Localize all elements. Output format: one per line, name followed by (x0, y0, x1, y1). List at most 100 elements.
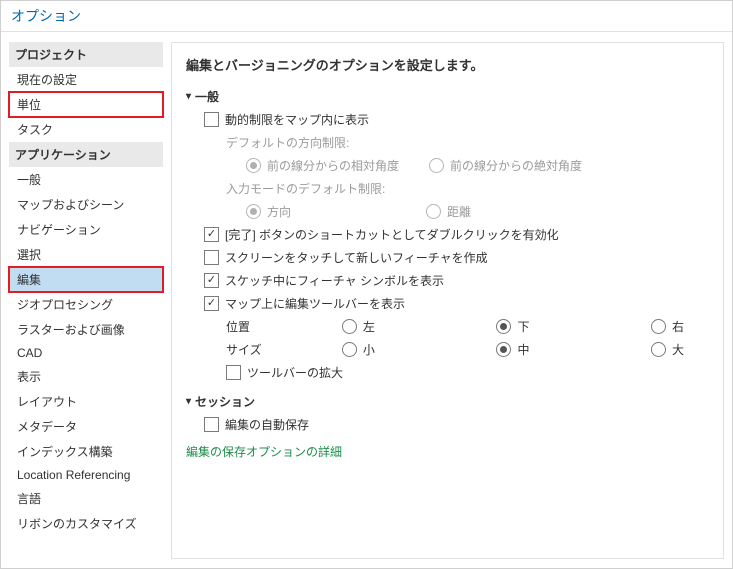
label-show-sketch-symbol: スケッチ中にフィーチャ シンボルを表示 (225, 272, 444, 289)
sidebar-item-current-settings[interactable]: 現在の設定 (9, 67, 163, 92)
sidebar-item-label: メタデータ (17, 420, 77, 434)
radio-opt-relative-angle[interactable]: 前の線分からの相対角度 (246, 157, 399, 174)
link-save-options-details[interactable]: 編集の保存オプションの詳細 (186, 443, 709, 460)
sidebar-item-label: リボンのカスタマイズ (17, 517, 137, 531)
sidebar-item-language[interactable]: 言語 (9, 486, 163, 511)
row-touch-create: スクリーンをタッチして新しいフィーチャを作成 (204, 249, 709, 266)
sidebar-item-location-ref[interactable]: Location Referencing (9, 464, 163, 486)
sidebar-item-indexing[interactable]: インデックス構築 (9, 439, 163, 464)
sidebar-item-units[interactable]: 単位 (9, 92, 163, 117)
row-finish-dblclick: [完了] ボタンのショートカットとしてダブルクリックを有効化 (204, 226, 709, 243)
sidebar-item-general[interactable]: 一般 (9, 167, 163, 192)
radio-size-small[interactable] (342, 342, 357, 357)
sidebar-item-ribbon[interactable]: リボンのカスタマイズ (9, 511, 163, 536)
content-panel: 編集とバージョニングのオプションを設定します。 ▾ 一般 動的制限をマップ内に表… (171, 42, 724, 559)
options-window: オプション プロジェクト 現在の設定 単位 タスク アプリケーション 一般 マッ… (0, 0, 733, 569)
label-size-small: 小 (363, 341, 375, 358)
sidebar-item-selection[interactable]: 選択 (9, 242, 163, 267)
row-toolbar-position: 位置 左 下 右 (226, 318, 709, 335)
checkbox-toolbar-expand[interactable] (226, 365, 241, 380)
titlebar: オプション (1, 1, 732, 32)
row-show-sketch-symbol: スケッチ中にフィーチャ シンボルを表示 (204, 272, 709, 289)
radio-opt-distance[interactable]: 距離 (426, 203, 471, 220)
label-input-distance: 距離 (447, 203, 471, 220)
sidebar-item-raster[interactable]: ラスターおよび画像 (9, 317, 163, 342)
label-pos-bottom: 下 (517, 318, 529, 335)
section-session-title: セッション (195, 393, 255, 410)
radio-opt-direction[interactable]: 方向 (246, 203, 396, 220)
label-touch-create: スクリーンをタッチして新しいフィーチャを作成 (225, 249, 488, 266)
sidebar-item-editing[interactable]: 編集 (9, 267, 163, 292)
label-position: 位置 (226, 318, 342, 335)
sidebar: プロジェクト 現在の設定 単位 タスク アプリケーション 一般 マップおよびシー… (1, 32, 171, 569)
row-show-edit-toolbar: マップ上に編集ツールバーを表示 (204, 295, 709, 312)
label-pos-right: 右 (672, 318, 684, 335)
sidebar-item-label: レイアウト (17, 395, 77, 409)
radio-direction[interactable] (246, 204, 261, 219)
sidebar-item-display[interactable]: 表示 (9, 364, 163, 389)
label-toolbar-expand: ツールバーの拡大 (247, 364, 343, 381)
label-default-direction: デフォルトの方向制限: (226, 134, 709, 151)
radio-opt-size-large[interactable]: 大 (651, 341, 709, 358)
sidebar-item-navigation[interactable]: ナビゲーション (9, 217, 163, 242)
radio-pos-bottom[interactable] (496, 319, 511, 334)
chevron-down-icon: ▾ (186, 396, 191, 407)
radio-size-medium[interactable] (496, 342, 511, 357)
sidebar-item-label: タスク (17, 123, 53, 137)
radio-pos-right[interactable] (651, 319, 666, 334)
sidebar-item-label: Location Referencing (17, 468, 130, 482)
row-dynamic-constraints: 動的制限をマップ内に表示 (204, 111, 709, 128)
label-finish-dblclick: [完了] ボタンのショートカットとしてダブルクリックを有効化 (225, 226, 559, 243)
checkbox-auto-save[interactable] (204, 417, 219, 432)
chevron-down-icon: ▾ (186, 91, 191, 102)
sidebar-item-layout[interactable]: レイアウト (9, 389, 163, 414)
checkbox-dynamic-constraints[interactable] (204, 112, 219, 127)
sidebar-item-geoprocessing[interactable]: ジオプロセシング (9, 292, 163, 317)
radio-opt-pos-bottom[interactable]: 下 (496, 318, 651, 335)
radio-size-large[interactable] (651, 342, 666, 357)
section-general-header[interactable]: ▾ 一般 (186, 88, 709, 105)
page-description: 編集とバージョニングのオプションを設定します。 (186, 55, 709, 74)
sidebar-item-metadata[interactable]: メタデータ (9, 414, 163, 439)
label-input-direction: 方向 (267, 203, 291, 220)
section-session-header[interactable]: ▾ セッション (186, 393, 709, 410)
label-auto-save: 編集の自動保存 (225, 416, 309, 433)
sidebar-item-label: 言語 (17, 492, 41, 506)
sidebar-item-map-scene[interactable]: マップおよびシーン (9, 192, 163, 217)
checkbox-show-sketch-symbol[interactable] (204, 273, 219, 288)
row-toolbar-size: サイズ 小 中 大 (226, 341, 709, 358)
label-show-edit-toolbar: マップ上に編集ツールバーを表示 (225, 295, 405, 312)
row-toolbar-expand: ツールバーの拡大 (226, 364, 709, 381)
sidebar-item-label: 選択 (17, 248, 41, 262)
radio-opt-pos-left[interactable]: 左 (342, 318, 497, 335)
sidebar-item-label: CAD (17, 346, 42, 360)
sidebar-item-label: インデックス構築 (17, 445, 113, 459)
radio-opt-absolute-angle[interactable]: 前の線分からの絶対角度 (429, 157, 582, 174)
radio-absolute-angle[interactable] (429, 158, 444, 173)
window-title: オプション (11, 6, 81, 26)
sidebar-group-project-header: プロジェクト (9, 42, 163, 67)
checkbox-finish-dblclick[interactable] (204, 227, 219, 242)
label-absolute-angle: 前の線分からの絶対角度 (450, 157, 582, 174)
sidebar-item-label: 現在の設定 (17, 73, 77, 87)
sidebar-item-label: ナビゲーション (17, 223, 101, 237)
body: プロジェクト 現在の設定 単位 タスク アプリケーション 一般 マップおよびシー… (1, 32, 732, 569)
section-general-title: 一般 (195, 88, 219, 105)
sidebar-item-tasks[interactable]: タスク (9, 117, 163, 142)
radio-relative-angle[interactable] (246, 158, 261, 173)
sidebar-item-label: 編集 (17, 273, 41, 287)
label-size: サイズ (226, 341, 342, 358)
radio-opt-size-small[interactable]: 小 (342, 341, 497, 358)
checkbox-show-edit-toolbar[interactable] (204, 296, 219, 311)
radio-distance[interactable] (426, 204, 441, 219)
radio-opt-size-medium[interactable]: 中 (496, 341, 651, 358)
label-dynamic-constraints: 動的制限をマップ内に表示 (225, 111, 369, 128)
radio-opt-pos-right[interactable]: 右 (651, 318, 709, 335)
radio-pos-left[interactable] (342, 319, 357, 334)
radio-row-direction: 前の線分からの相対角度 前の線分からの絶対角度 (246, 157, 709, 174)
label-size-medium: 中 (517, 341, 529, 358)
checkbox-touch-create[interactable] (204, 250, 219, 265)
label-input-mode: 入力モードのデフォルト制限: (226, 180, 709, 197)
sidebar-item-cad[interactable]: CAD (9, 342, 163, 364)
sidebar-item-label: ジオプロセシング (17, 298, 113, 312)
